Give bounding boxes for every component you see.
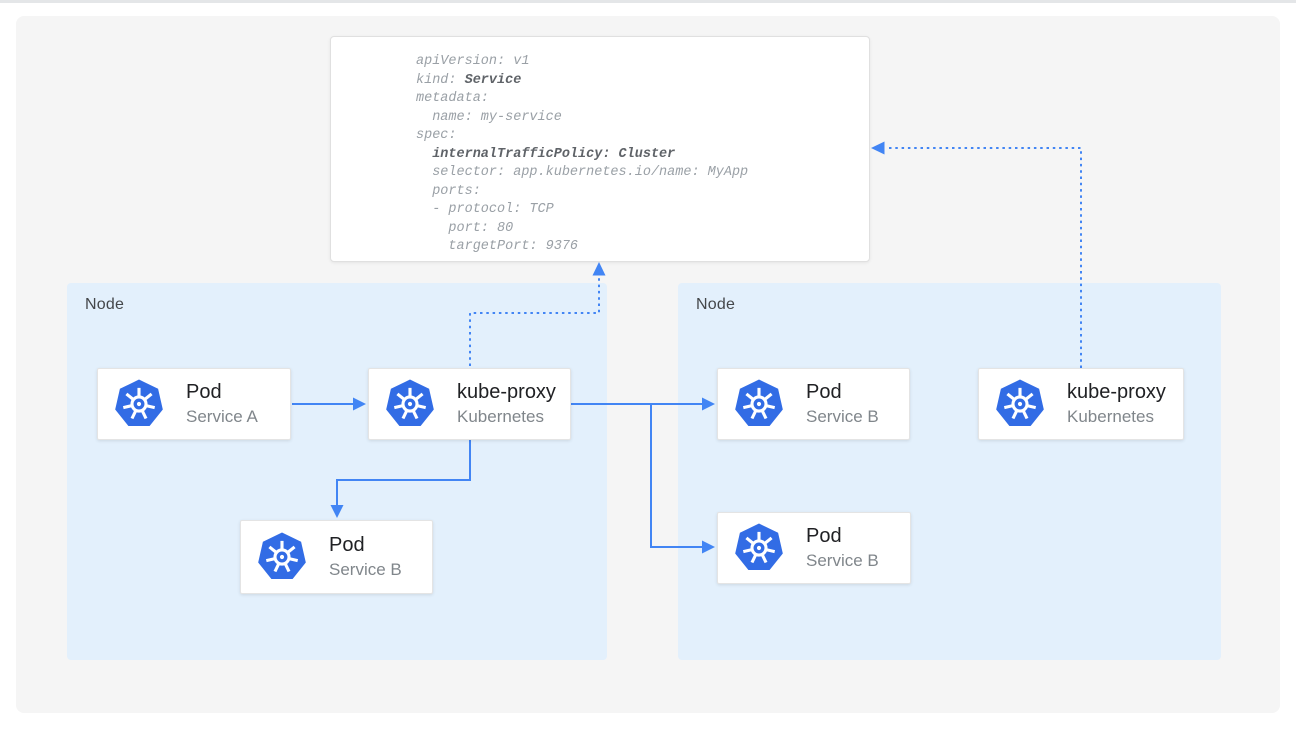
- card-pod-service-b-bottom-right: Pod Service B: [717, 512, 911, 584]
- node-label: Node: [696, 296, 735, 314]
- kubernetes-icon: [384, 378, 436, 430]
- card-subtitle: Kubernetes: [1067, 406, 1166, 427]
- card-pod-service-b-top-right: Pod Service B: [717, 368, 910, 440]
- kubernetes-icon: [256, 531, 308, 583]
- card-pod-service-b-left: Pod Service B: [240, 520, 433, 594]
- card-subtitle: Kubernetes: [457, 406, 556, 427]
- card-subtitle: Service B: [806, 550, 879, 571]
- card-subtitle: Service B: [806, 406, 879, 427]
- top-divider: [0, 0, 1296, 3]
- node-box-left: Node: [67, 283, 607, 660]
- card-title: Pod: [806, 381, 879, 404]
- yaml-code: apiVersion: v1kind: Servicemetadata: nam…: [416, 53, 869, 257]
- kubernetes-icon: [733, 378, 785, 430]
- kubernetes-icon: [733, 522, 785, 574]
- card-title: kube-proxy: [1067, 381, 1166, 404]
- service-yaml-card: apiVersion: v1kind: Servicemetadata: nam…: [330, 36, 870, 262]
- kubernetes-icon: [113, 378, 165, 430]
- card-title: Pod: [806, 525, 879, 548]
- card-kube-proxy-right: kube-proxy Kubernetes: [978, 368, 1184, 440]
- card-pod-service-a: Pod Service A: [97, 368, 291, 440]
- card-title: kube-proxy: [457, 381, 556, 404]
- node-box-right: Node: [678, 283, 1221, 660]
- node-label: Node: [85, 296, 124, 314]
- card-kube-proxy-left: kube-proxy Kubernetes: [368, 368, 571, 440]
- card-subtitle: Service B: [329, 559, 402, 580]
- card-subtitle: Service A: [186, 406, 258, 427]
- kubernetes-internal-traffic-policy-diagram: apiVersion: v1kind: Servicemetadata: nam…: [0, 0, 1296, 729]
- kubernetes-icon: [994, 378, 1046, 430]
- card-title: Pod: [186, 381, 258, 404]
- card-title: Pod: [329, 534, 402, 557]
